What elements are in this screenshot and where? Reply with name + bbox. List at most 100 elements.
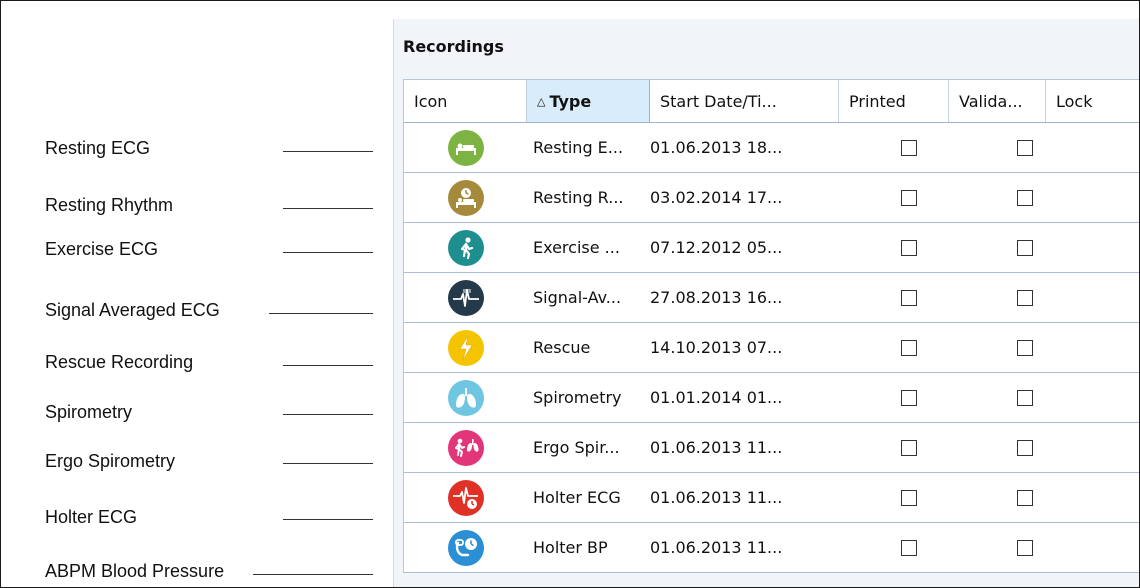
validated-checkbox[interactable] [1016,439,1033,456]
rescue-icon [447,329,484,366]
printed-checkbox-cell [844,373,974,422]
column-header-icon[interactable]: Icon [404,80,527,122]
printed-checkbox[interactable] [901,489,917,506]
validated-checkbox[interactable] [1016,139,1033,156]
lock-cell [1075,423,1139,472]
row-type: Signal-Av... [533,288,622,307]
validated-checkbox-cell [974,123,1075,172]
printed-checkbox[interactable] [901,189,917,206]
row-type: Exercise ... [533,238,620,257]
row-type: Ergo Spir... [533,438,620,457]
row-start-date: 01.06.2013 18... [650,138,783,157]
printed-checkbox-cell [844,523,974,572]
table-row[interactable]: Exercise ... 07.12.2012 05... [404,223,1139,273]
holter-ecg-icon [447,479,484,516]
recordings-panel: Recordings Icon △ Type Start Date/Ti... … [393,19,1139,587]
validated-checkbox[interactable] [1016,239,1033,256]
row-start-date: 27.08.2013 16... [650,288,783,307]
printed-checkbox[interactable] [901,239,917,256]
validated-checkbox-cell [974,423,1075,472]
table-row[interactable]: Resting E... 01.06.2013 18... [404,123,1139,173]
lock-cell [1075,173,1139,222]
legend-connector [283,463,373,464]
row-type: Spirometry [533,388,622,407]
printed-checkbox-cell [844,223,974,272]
sort-ascending-icon: △ [537,94,546,108]
validated-checkbox-cell [974,473,1075,522]
validated-checkbox-cell [974,223,1075,272]
table-row[interactable]: Spirometry 01.01.2014 01... [404,373,1139,423]
lock-cell [1075,123,1139,172]
row-icon-cell [404,473,527,522]
validated-checkbox[interactable] [1016,539,1033,556]
row-icon-cell [404,223,527,272]
lock-cell [1075,473,1139,522]
lock-cell [1075,373,1139,422]
row-icon-cell [404,423,527,472]
validated-checkbox-cell [974,173,1075,222]
table-row[interactable]: Signal-Av... 27.08.2013 16... [404,273,1139,323]
printed-checkbox[interactable] [901,289,917,306]
lock-cell [1075,323,1139,372]
printed-checkbox-cell [844,473,974,522]
row-icon-cell [404,273,527,322]
printed-checkbox[interactable] [901,439,917,456]
row-icon-cell [404,523,527,572]
printed-checkbox-cell [844,123,974,172]
legend-connector [283,208,373,209]
legend-connector [283,414,373,415]
column-header-printed[interactable]: Printed [839,80,949,122]
printed-checkbox-cell [844,423,974,472]
lock-cell [1075,273,1139,322]
spirometry-icon [447,379,484,416]
column-header-lock[interactable]: Lock [1046,80,1139,122]
column-header-type-label: Type [549,91,592,111]
recordings-grid: Icon △ Type Start Date/Ti... Printed Val… [403,79,1139,573]
figure-frame: Resting ECG Resting Rhythm Exercise ECG … [0,0,1140,588]
row-start-date: 01.06.2013 11... [650,538,783,557]
printed-checkbox[interactable] [901,389,917,406]
row-type: Rescue [533,338,591,357]
table-row[interactable]: Ergo Spir... 01.06.2013 11... [404,423,1139,473]
table-row[interactable]: Rescue 14.10.2013 07... [404,323,1139,373]
table-row[interactable]: Resting R... 03.02.2014 17... [404,173,1139,223]
row-icon-cell [404,123,527,172]
legend-ergo-spirometry: Ergo Spirometry [45,450,176,471]
validated-checkbox[interactable] [1016,289,1033,306]
validated-checkbox-cell [974,323,1075,372]
validated-checkbox[interactable] [1016,189,1033,206]
row-start-date: 01.01.2014 01... [650,388,783,407]
legend-spirometry: Spirometry [45,401,133,422]
row-type: Resting E... [533,138,624,157]
column-header-start-date[interactable]: Start Date/Ti... [650,80,839,122]
printed-checkbox[interactable] [901,539,917,556]
printed-checkbox-cell [844,173,974,222]
row-type: Holter BP [533,538,608,557]
column-header-validated[interactable]: Valida... [949,80,1046,122]
row-start-date: 07.12.2012 05... [650,238,783,257]
resting-ecg-icon [447,129,484,166]
printed-checkbox[interactable] [901,339,917,356]
legend-connector [283,519,373,520]
column-header-type[interactable]: △ Type [527,80,650,122]
table-row[interactable]: Holter BP 01.06.2013 11... [404,523,1139,573]
legend-abpm-blood-pressure: ABPM Blood Pressure [45,560,225,581]
table-row[interactable]: Holter ECG 01.06.2013 11... [404,473,1139,523]
legend-resting-ecg: Resting ECG [45,137,151,158]
printed-checkbox-cell [844,273,974,322]
printed-checkbox-cell [844,323,974,372]
validated-checkbox-cell [974,273,1075,322]
row-start-date: 01.06.2013 11... [650,488,783,507]
validated-checkbox[interactable] [1016,389,1033,406]
legend-exercise-ecg: Exercise ECG [45,238,159,259]
grid-header: Icon △ Type Start Date/Ti... Printed Val… [404,80,1139,123]
validated-checkbox[interactable] [1016,339,1033,356]
validated-checkbox[interactable] [1016,489,1033,506]
printed-checkbox[interactable] [901,139,917,156]
holter-bp-icon [447,529,484,566]
lock-cell [1075,523,1139,572]
row-type: Holter ECG [533,488,621,507]
resting-rhythm-icon [447,179,484,216]
validated-checkbox-cell [974,373,1075,422]
row-start-date: 14.10.2013 07... [650,338,783,357]
